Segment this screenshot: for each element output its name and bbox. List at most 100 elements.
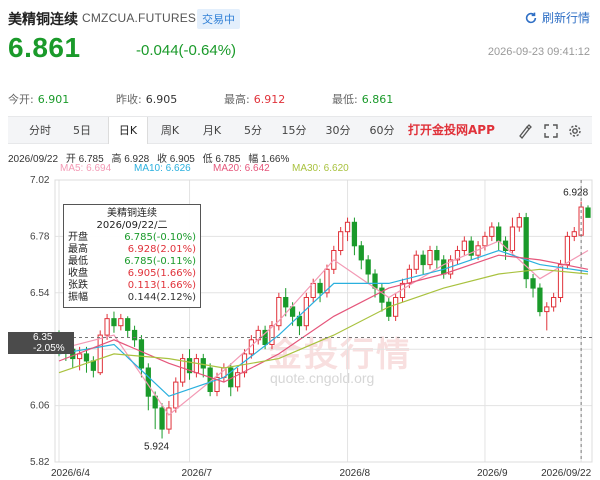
quote-timestamp: 2026-09-23 09:41:12 [487, 46, 590, 58]
period-tabs: 分时 5日 日K 周K 月K 5分 15分 30分 60分 打开金投网APP [8, 116, 592, 144]
candle-body [551, 297, 557, 308]
candle-body [434, 250, 440, 261]
candle-body [344, 221, 351, 233]
instrument-code: CMZCUA.FUTURES [82, 11, 197, 25]
info-date: 2026/09/22 [8, 154, 59, 165]
refresh-label: 刷新行情 [541, 11, 590, 25]
tooltip-row-low: 最低 6.785(-0.11%) [68, 256, 196, 267]
refresh-icon [525, 12, 537, 23]
y-tick-label: 6.06 [30, 401, 50, 412]
candle-body [351, 221, 358, 247]
candle-body [420, 254, 426, 266]
tooltip-row-close: 收盘 6.905(1.66%) [68, 268, 196, 279]
candle-body [166, 407, 172, 430]
candle-body [358, 245, 364, 261]
tooltip-row-high: 最高 6.928(2.01%) [68, 244, 196, 255]
candle-body [303, 297, 309, 327]
instrument-name: 美精铜连续 [8, 12, 78, 28]
candle-body [571, 231, 577, 237]
candle-body [441, 259, 447, 275]
x-tick-label: 2026/6/4 [51, 468, 90, 479]
candle-body [544, 306, 550, 313]
candle-body [200, 358, 206, 369]
y-tick-label: 5.82 [30, 457, 50, 468]
candle-body [585, 207, 591, 218]
tooltip-row-open: 开盘 6.785(-0.10%) [68, 232, 196, 243]
y-tick-label: 6.78 [30, 231, 50, 242]
candle-body [461, 240, 467, 251]
x-tick-label: 2026/09/22 [541, 468, 591, 479]
candle-body [509, 226, 516, 251]
candle-body [104, 318, 110, 336]
tab-15min[interactable]: 15分 [276, 117, 312, 144]
tab-5day[interactable]: 5日 [66, 117, 98, 144]
candle-body [159, 407, 165, 430]
candle-body [310, 282, 316, 299]
candle-body [193, 358, 200, 374]
candle-body [537, 287, 543, 313]
candle-tooltip: 美精铜连续 2026/09/22/二 开盘 6.785(-0.10%) 最高 6.9… [63, 204, 201, 308]
tab-daily-k[interactable]: 日K [108, 117, 148, 144]
candle-body [97, 334, 103, 374]
candle-body [516, 217, 522, 228]
tooltip-date: 2026/09/22/二 [96, 220, 168, 231]
refresh-button[interactable]: 刷新行情 [524, 9, 590, 26]
candle-body [530, 278, 536, 289]
candle-body [372, 273, 378, 289]
candle-body [83, 353, 90, 362]
candle-body [118, 318, 124, 327]
candle-body [317, 282, 323, 294]
candle-body [393, 297, 399, 317]
candle-body [427, 250, 433, 266]
fullscreen-icon[interactable] [542, 122, 560, 140]
candle-body [138, 339, 145, 369]
stat-high: 最高: 6.912 [224, 93, 286, 106]
y-tick-label: 6.54 [30, 288, 50, 299]
x-tick-label: 2026/9 [477, 468, 508, 479]
stat-low: 最低: 6.861 [332, 93, 394, 106]
candle-body [283, 297, 289, 308]
candle-body [557, 264, 564, 298]
tooltip-row-change: 张跌 0.113(1.66%) [68, 280, 196, 291]
extreme-price-label: 6.928 [563, 188, 588, 199]
price-change: -0.044(-0.64%) [136, 42, 237, 59]
candle-body [289, 306, 296, 317]
candle-body [564, 235, 571, 266]
y-tick-label: 7.02 [30, 175, 50, 186]
tab-60min[interactable]: 60分 [364, 117, 400, 144]
tab-5min[interactable]: 5分 [236, 117, 270, 144]
open-app-link[interactable]: 打开金投网APP [408, 117, 495, 144]
candle-body [90, 360, 96, 371]
crosshair-price-label: 6.35 -2.05% [8, 332, 74, 354]
candle-body [386, 301, 392, 317]
stat-open: 今开: 6.901 [8, 93, 70, 106]
x-tick-label: 2026/7 [182, 468, 213, 479]
extreme-price-label: 5.924 [144, 442, 169, 453]
candle-body [489, 226, 495, 237]
candle-body [406, 268, 413, 284]
candle-body [496, 226, 502, 242]
trading-status-badge: 交易中 [197, 9, 240, 29]
candle-body [365, 259, 371, 275]
tab-weekly-k[interactable]: 周K [152, 117, 188, 144]
tooltip-title: 美精铜连续 [107, 208, 157, 219]
tab-30min[interactable]: 30分 [320, 117, 356, 144]
stat-prev-close: 昨收: 6.905 [116, 93, 178, 106]
candle-body [338, 231, 344, 251]
settings-icon[interactable] [566, 122, 584, 140]
candle-body [413, 254, 419, 270]
candle-body [76, 353, 83, 360]
candle-body [125, 318, 131, 331]
brush-icon[interactable] [516, 122, 534, 140]
x-tick-label: 2026/8 [340, 468, 371, 479]
candle-body [523, 217, 529, 280]
candle-body [180, 358, 186, 383]
tab-intraday[interactable]: 分时 [22, 117, 58, 144]
candle-body [173, 381, 179, 409]
candle-body [111, 318, 117, 327]
candle-body [482, 235, 488, 247]
tooltip-row-amplitude: 振幅 0.144(2.12%) [68, 292, 196, 303]
candle-body [131, 329, 138, 341]
tab-monthly-k[interactable]: 月K [194, 117, 230, 144]
last-price: 6.861 [8, 32, 81, 63]
